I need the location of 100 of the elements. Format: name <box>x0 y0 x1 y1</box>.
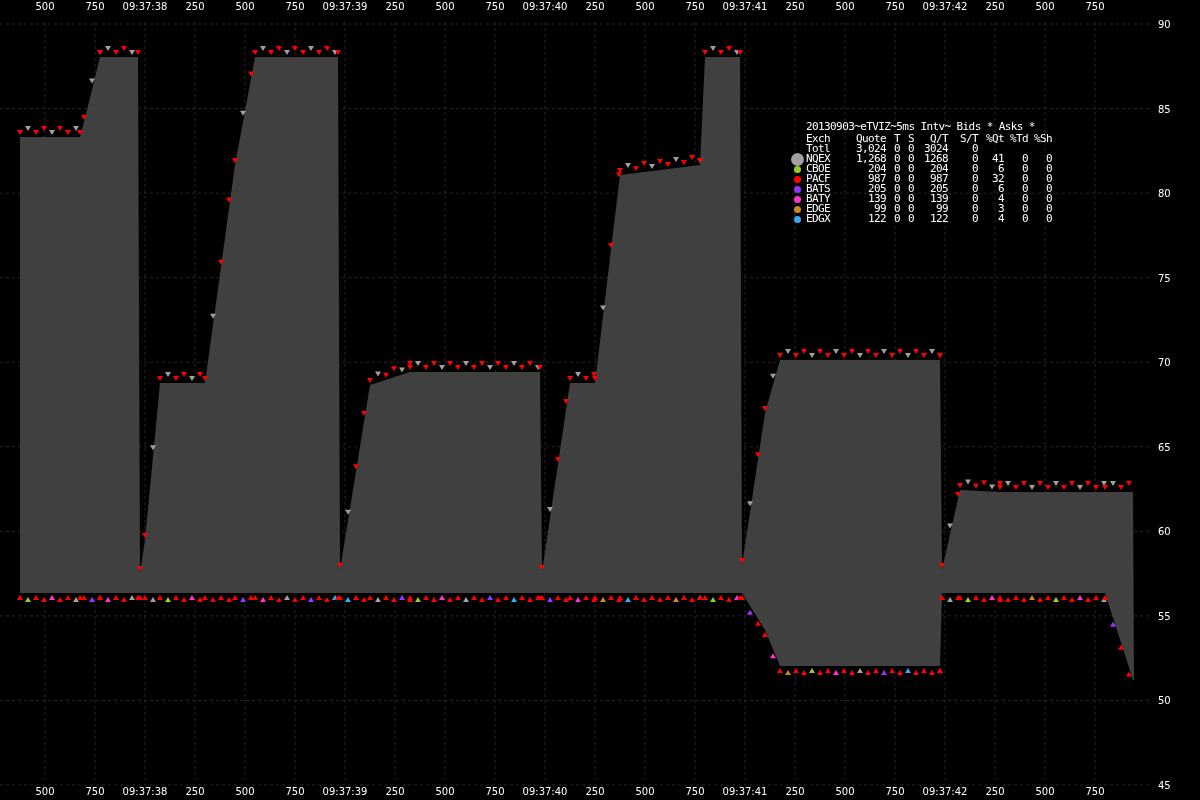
table-cell-text: 204 <box>928 164 948 174</box>
table-cell-text: Totl <box>806 144 832 154</box>
y-tick-label: 65 <box>1158 441 1171 453</box>
table-cell-text: 1,268 <box>854 154 886 164</box>
table-cell-text: 3 <box>996 204 1004 214</box>
table-cell-text: 4 <box>996 214 1004 224</box>
table-cell-text: 0 <box>892 214 900 224</box>
x-tick-label: 09:37:41 <box>722 786 768 797</box>
y-tick-label: 50 <box>1158 695 1171 707</box>
table-cell-text: 41 <box>990 154 1004 164</box>
x-tick-label: 250 <box>585 1 605 12</box>
x-tick-label: 250 <box>385 786 405 797</box>
x-tick-label: 250 <box>385 1 405 12</box>
x-tick-label: 500 <box>435 786 455 797</box>
table-cell-text: 204 <box>867 164 886 174</box>
x-tick-label: 500 <box>435 1 455 12</box>
y-tick-label: 60 <box>1158 526 1171 538</box>
table-cell-text: 0 <box>892 194 900 204</box>
x-tick-label: 750 <box>885 1 905 12</box>
table-cell-text: 0 <box>906 164 914 174</box>
table-cell-text: 0 <box>1044 164 1052 174</box>
y-tick-label: 55 <box>1158 610 1171 622</box>
table-cell-text: 1268 <box>922 154 948 164</box>
table-cell-text: 0 <box>1044 204 1052 214</box>
x-tick-label: 500 <box>235 786 255 797</box>
table-cell-text: 99 <box>935 204 948 214</box>
table-cell-text: 0 <box>970 204 978 214</box>
table-cell-text: 0 <box>970 184 978 194</box>
table-cell-text: 0 <box>906 154 914 164</box>
table-cell-text: 0 <box>1020 154 1028 164</box>
y-tick-label: 80 <box>1158 188 1171 200</box>
x-tick-label: 750 <box>1085 1 1105 12</box>
x-tick-label: 750 <box>685 786 705 797</box>
table-cell-text: 0 <box>892 174 900 184</box>
column-header: Q/T <box>929 134 948 144</box>
table-cell-text: 0 <box>906 194 914 204</box>
x-tick-label: 750 <box>85 786 105 797</box>
column-header: %Sh <box>1032 134 1052 144</box>
x-tick-label: 09:37:39 <box>322 786 368 797</box>
y-tick-label: 70 <box>1158 357 1171 369</box>
x-tick-label: 500 <box>35 786 55 797</box>
table-cell-text: 0 <box>970 154 978 164</box>
table-cell-text: NQEX <box>806 154 832 164</box>
table-cell-text: 0 <box>1020 204 1028 214</box>
x-tick-label: 09:37:41 <box>722 1 768 12</box>
x-tick-label: 500 <box>235 1 255 12</box>
table-cell-text: 205 <box>866 184 886 194</box>
table-cell-text: EDGE <box>806 204 832 214</box>
table-cell-text: 0 <box>892 164 900 174</box>
table-cell-text: 122 <box>866 214 886 224</box>
x-tick-label: 250 <box>785 786 805 797</box>
table-cell-text: 0 <box>970 214 978 224</box>
x-tick-label: 250 <box>985 1 1005 12</box>
x-tick-label: 750 <box>485 786 505 797</box>
table-cell-text: 0 <box>892 204 900 214</box>
x-tick-label: 500 <box>1035 1 1055 12</box>
x-tick-label: 750 <box>285 1 305 12</box>
table-cell-text: 0 <box>1044 214 1052 224</box>
y-tick-label: 85 <box>1158 103 1171 115</box>
table-cell-text: 139 <box>866 194 886 204</box>
table-cell-text: 0 <box>1020 194 1028 204</box>
x-tick-label: 09:37:40 <box>522 1 568 12</box>
table-cell-text: 0 <box>906 204 914 214</box>
x-tick-label: 250 <box>785 1 805 12</box>
x-tick-label: 09:37:39 <box>322 1 368 12</box>
legend-title: 20130903~eTVIZ~5ms Intv~ Bids * Asks * <box>806 122 1036 134</box>
table-cell-text: 0 <box>906 174 914 184</box>
table-cell-text: CBOE <box>806 164 832 174</box>
table-cell-text: 0 <box>1020 174 1028 184</box>
x-tick-label: 750 <box>485 1 505 12</box>
x-tick-label: 250 <box>585 786 605 797</box>
x-tick-label: 09:37:42 <box>922 1 968 12</box>
table-cell-text: 6 <box>996 184 1004 194</box>
table-cell-text: 6 <box>997 164 1004 174</box>
x-tick-label: 500 <box>635 1 655 12</box>
column-header: Exch <box>806 134 832 144</box>
table-cell-text: 0 <box>906 144 914 154</box>
x-tick-label: 250 <box>185 1 205 12</box>
column-header: %Qt <box>984 134 1004 144</box>
x-tick-label: 500 <box>35 1 55 12</box>
x-tick-label: 09:37:38 <box>122 786 168 797</box>
table-cell-text: 0 <box>1044 194 1052 204</box>
table-cell-text: 0 <box>1020 164 1028 174</box>
table-cell-text: 0 <box>892 144 900 154</box>
column-header: S <box>906 134 914 144</box>
x-tick-label: 500 <box>635 786 655 797</box>
column-header: %Td <box>1008 134 1028 144</box>
table-cell-text: 0 <box>906 184 914 194</box>
table-cell-text: 4 <box>996 194 1004 204</box>
table-cell-text: 0 <box>971 144 978 154</box>
table-cell-text: 0 <box>970 174 978 184</box>
x-tick-label: 500 <box>1035 786 1055 797</box>
table-cell-text: 987 <box>866 174 886 184</box>
table-cell-text: 0 <box>892 184 900 194</box>
table-cell-text: 3,024 <box>854 144 886 154</box>
column-header: S/T <box>958 134 978 144</box>
x-tick-label: 750 <box>885 786 905 797</box>
x-tick-label: 750 <box>285 786 305 797</box>
table-cell-text: 139 <box>928 194 948 204</box>
table-cell-text: PACF <box>806 174 832 184</box>
